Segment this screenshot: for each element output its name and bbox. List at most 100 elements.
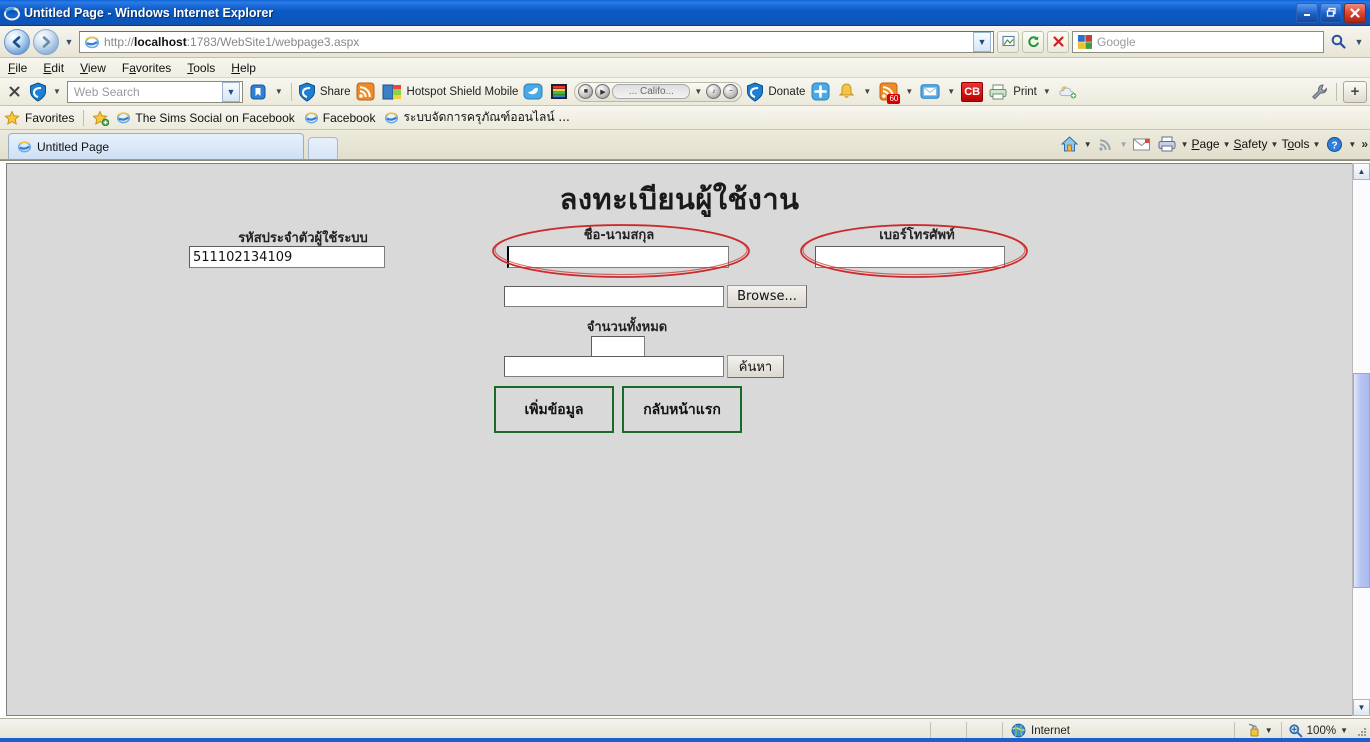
phone-input[interactable] (815, 246, 1005, 268)
print-dropdown-icon[interactable]: ▼ (1181, 140, 1189, 149)
media-volume-button[interactable]: ♪ (706, 84, 722, 99)
new-tab-button[interactable] (308, 137, 338, 159)
minimize-button[interactable] (1296, 2, 1318, 23)
address-dropdown-icon[interactable]: ▼ (973, 31, 991, 52)
security-zone[interactable]: Internet (1002, 721, 1078, 740)
user-id-input[interactable] (189, 246, 385, 268)
browse-button[interactable]: Browse... (727, 285, 807, 308)
restore-button[interactable] (1320, 2, 1342, 23)
menu-edit[interactable]: Edit (43, 61, 64, 75)
close-button[interactable] (1344, 2, 1366, 23)
favorite-item-sims-social[interactable]: The Sims Social on Facebook (114, 110, 296, 125)
feeds-button[interactable] (1095, 133, 1117, 155)
weather-button[interactable] (1057, 81, 1079, 103)
zoom-dropdown-icon[interactable]: ▼ (1340, 726, 1348, 735)
tools-dropdown-icon[interactable]: ▼ (1312, 140, 1320, 149)
media-mute-button[interactable]: − (723, 84, 739, 99)
refresh-button[interactable] (1022, 30, 1044, 53)
toolbar-close-button[interactable] (3, 81, 25, 103)
tools-menu-button[interactable]: Tools (1281, 137, 1309, 151)
add-to-favorites-icon[interactable] (93, 109, 110, 126)
add-data-button[interactable]: เพิ่มข้อมูล (494, 386, 614, 433)
addon-tools-button[interactable] (1308, 81, 1330, 103)
alerts-button[interactable] (835, 81, 857, 103)
protected-mode-indicator[interactable]: ▼ (1233, 721, 1281, 740)
scrollbar-thumb[interactable] (1353, 373, 1370, 588)
add-toolbar-button[interactable]: + (1343, 80, 1367, 103)
print-icon-button[interactable] (987, 81, 1009, 103)
zoom-control[interactable]: 100% ▼ (1280, 721, 1354, 740)
protected-mode-dropdown-icon[interactable]: ▼ (1265, 726, 1273, 735)
page-menu-button[interactable]: Page (1192, 137, 1220, 151)
back-button[interactable] (4, 28, 30, 55)
media-dropdown-icon[interactable]: ▼ (692, 87, 704, 96)
search-input[interactable]: Google (1097, 35, 1136, 49)
twitter-button[interactable] (522, 81, 544, 103)
print-label[interactable]: Print (1013, 86, 1037, 98)
search-keyword-input[interactable] (504, 356, 724, 377)
page-dropdown-icon[interactable]: ▼ (1223, 140, 1231, 149)
home-button[interactable] (1059, 133, 1081, 155)
tab-untitled-page[interactable]: Untitled Page (8, 133, 304, 159)
resize-gripper-icon[interactable] (1354, 724, 1368, 738)
mail-dropdown-icon[interactable]: ▼ (945, 87, 957, 96)
add-button[interactable] (809, 81, 831, 103)
search-button[interactable]: ค้นหา (727, 355, 784, 378)
hotspot-shield-mobile-label[interactable]: Hotspot Shield Mobile (407, 86, 519, 98)
favorite-item-equipment-system[interactable]: ระบบจัดการครุภัณฑ์ออนไลน์ ... (382, 108, 571, 127)
compatibility-view-button[interactable] (997, 30, 1019, 53)
recent-pages-button[interactable]: ▼ (62, 37, 76, 47)
search-box[interactable]: Google (1072, 30, 1324, 53)
cb-toolbar-button[interactable]: CB (961, 81, 984, 102)
hotspot-dropdown-icon[interactable]: ▼ (51, 87, 63, 96)
safety-menu-button[interactable]: Safety (1233, 137, 1267, 151)
feeds-dropdown-icon[interactable]: ▼ (903, 87, 915, 96)
address-bar[interactable]: http://localhost:1783/WebSite1/webpage3.… (79, 30, 994, 53)
bookmark-dropdown-icon[interactable]: ▼ (273, 87, 285, 96)
colorbar-button[interactable] (548, 81, 570, 103)
bookmark-button[interactable] (247, 81, 269, 103)
share-label[interactable]: Share (320, 86, 351, 98)
scroll-down-button[interactable]: ▼ (1353, 699, 1370, 716)
web-search-input[interactable]: Web Search (74, 85, 140, 99)
favorites-button-label[interactable]: Favorites (25, 111, 74, 125)
favorite-item-facebook[interactable]: Facebook (302, 110, 378, 125)
total-input[interactable] (591, 336, 645, 358)
read-mail-button[interactable] (1131, 133, 1153, 155)
menu-tools[interactable]: Tools (187, 61, 215, 75)
rss-button[interactable] (355, 81, 377, 103)
mail-button[interactable] (919, 81, 941, 103)
file-path-input[interactable] (504, 286, 724, 307)
menu-help[interactable]: Help (231, 61, 256, 75)
back-home-button[interactable]: กลับหน้าแรก (622, 386, 742, 433)
fullname-input[interactable] (507, 246, 729, 268)
safety-dropdown-icon[interactable]: ▼ (1271, 140, 1279, 149)
feeds-counter-button[interactable]: 60 (877, 81, 901, 104)
command-bar-overflow-button[interactable]: » (1361, 137, 1368, 151)
print-dropdown-icon[interactable]: ▼ (1041, 87, 1053, 96)
stop-button[interactable] (1047, 30, 1069, 53)
web-search-box[interactable]: Web Search ▼ (66, 80, 243, 103)
alerts-dropdown-icon[interactable]: ▼ (861, 87, 873, 96)
vertical-scrollbar[interactable]: ▲ ▼ (1352, 163, 1370, 716)
media-stop-button[interactable]: ■ (578, 84, 594, 99)
help-button[interactable]: ? (1323, 133, 1345, 155)
help-dropdown-icon[interactable]: ▼ (1348, 140, 1356, 149)
print-button[interactable] (1156, 133, 1178, 155)
forward-button[interactable] (33, 28, 59, 55)
media-play-button[interactable]: ▶ (595, 84, 611, 99)
scroll-up-button[interactable]: ▲ (1353, 163, 1370, 180)
menu-favorites[interactable]: Favorites (122, 61, 171, 75)
home-dropdown-icon[interactable]: ▼ (1084, 140, 1092, 149)
donate-label[interactable]: Donate (768, 86, 805, 98)
search-go-button[interactable] (1327, 31, 1349, 53)
menu-file[interactable]: File (8, 61, 27, 75)
tv-button[interactable] (381, 81, 403, 103)
search-options-button[interactable]: ▼ (1352, 37, 1366, 47)
donate-shield-icon[interactable] (746, 81, 764, 102)
hotspot-shield-icon[interactable] (29, 81, 47, 102)
web-search-dropdown-icon[interactable]: ▼ (221, 81, 240, 102)
scrollbar-track[interactable] (1353, 180, 1370, 699)
menu-view[interactable]: View (80, 61, 106, 75)
share-shield-icon[interactable] (298, 81, 316, 102)
